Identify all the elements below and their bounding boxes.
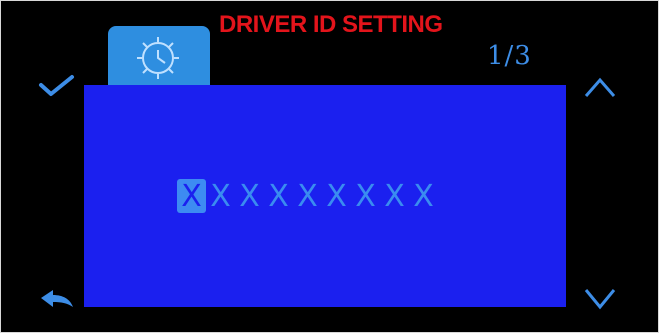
settings-tab[interactable] — [108, 26, 210, 85]
id-char-2[interactable]: X — [206, 179, 235, 214]
id-char-4[interactable]: X — [264, 179, 293, 214]
id-char-8[interactable]: X — [380, 179, 409, 214]
checkmark-icon[interactable] — [37, 73, 77, 99]
chevron-up-icon[interactable] — [583, 75, 617, 99]
page-indicator: 1/3 — [487, 41, 532, 71]
id-char-1[interactable]: X — [177, 179, 206, 214]
chevron-down-icon[interactable] — [583, 287, 617, 311]
device-screen: DRIVER ID SETTING 1/3 X X X X X X X X X — [0, 0, 659, 333]
id-char-9[interactable]: X — [409, 179, 438, 214]
id-char-6[interactable]: X — [322, 179, 351, 214]
id-char-7[interactable]: X — [351, 179, 380, 214]
back-arrow-icon[interactable] — [37, 287, 77, 311]
page-title: DRIVER ID SETTING — [219, 11, 443, 38]
driver-id-input[interactable]: X X X X X X X X X — [177, 178, 438, 214]
id-char-5[interactable]: X — [293, 179, 322, 214]
gear-icon — [137, 37, 179, 79]
id-char-3[interactable]: X — [235, 179, 264, 214]
